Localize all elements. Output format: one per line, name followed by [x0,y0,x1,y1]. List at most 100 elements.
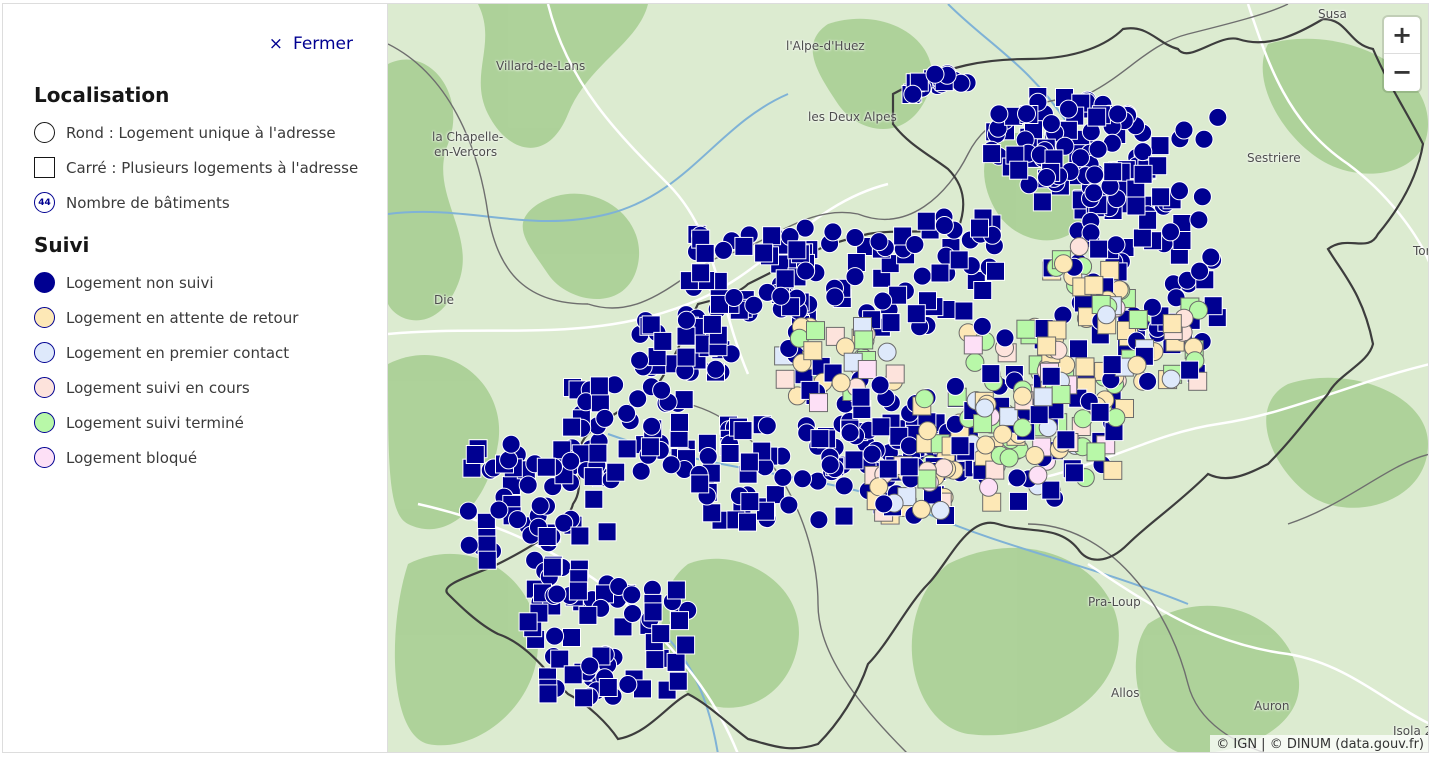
multi-housing-marker[interactable] [641,315,661,335]
single-housing-marker[interactable] [934,458,954,478]
single-housing-marker[interactable] [809,510,829,530]
multi-housing-marker[interactable] [1151,187,1171,207]
multi-housing-marker[interactable] [574,688,594,708]
multi-housing-marker[interactable] [617,439,637,459]
single-housing-marker[interactable] [773,467,793,487]
single-housing-marker[interactable] [631,461,651,481]
multi-housing-marker[interactable] [720,444,740,463]
single-housing-marker[interactable] [820,455,840,475]
multi-housing-marker[interactable] [963,335,983,355]
single-housing-marker[interactable] [877,342,897,362]
close-button[interactable]: × Fermer [269,34,353,54]
multi-housing-marker[interactable] [1128,310,1148,329]
single-housing-marker[interactable] [1127,355,1147,375]
multi-housing-marker[interactable] [1132,228,1152,248]
multi-housing-marker[interactable] [854,330,874,350]
single-housing-marker[interactable] [489,500,509,520]
single-housing-marker[interactable] [642,416,662,436]
multi-housing-marker[interactable] [834,506,854,526]
single-housing-marker[interactable] [1096,305,1116,325]
multi-housing-marker[interactable] [1180,360,1200,380]
multi-housing-marker[interactable] [583,467,603,487]
single-housing-marker[interactable] [874,494,894,514]
single-housing-marker[interactable] [862,444,882,464]
single-housing-marker[interactable] [1059,99,1078,119]
multi-housing-marker[interactable] [916,211,936,231]
multi-housing-marker[interactable] [668,671,688,691]
single-housing-marker[interactable] [796,261,816,281]
multi-housing-marker[interactable] [542,557,562,577]
multi-housing-marker[interactable] [1150,136,1170,156]
single-housing-marker[interactable] [458,501,478,521]
single-housing-marker[interactable] [993,424,1013,444]
single-housing-marker[interactable] [1054,254,1073,274]
single-housing-marker[interactable] [925,64,945,84]
multi-housing-marker[interactable] [702,314,722,334]
single-housing-marker[interactable] [459,535,479,555]
multi-housing-marker[interactable] [733,421,753,441]
single-housing-marker[interactable] [1138,371,1158,391]
multi-housing-marker[interactable] [536,457,556,477]
single-housing-marker[interactable] [873,291,893,311]
map[interactable]: Villard-de-Lans l'Alpe-d'Huez les Deux A… [388,4,1428,752]
single-housing-marker[interactable] [915,389,934,409]
single-housing-marker[interactable] [1190,261,1210,281]
single-housing-marker[interactable] [744,295,764,315]
single-housing-marker[interactable] [1025,446,1045,465]
multi-housing-marker[interactable] [844,450,864,470]
multi-housing-marker[interactable] [465,445,485,464]
multi-housing-marker[interactable] [589,376,609,396]
multi-housing-marker[interactable] [787,240,807,260]
single-housing-marker[interactable] [1106,235,1126,255]
multi-housing-marker[interactable] [584,489,604,509]
single-housing-marker[interactable] [918,421,938,441]
multi-housing-marker[interactable] [578,605,598,625]
multi-housing-marker[interactable] [670,412,689,432]
single-housing-marker[interactable] [1108,104,1128,124]
multi-housing-marker[interactable] [810,429,830,449]
multi-housing-marker[interactable] [1103,162,1123,182]
single-housing-marker[interactable] [1192,187,1212,207]
multi-housing-marker[interactable] [885,364,905,384]
multi-housing-marker[interactable] [1009,160,1029,180]
single-housing-marker[interactable] [518,475,538,495]
single-housing-marker[interactable] [547,584,567,604]
single-housing-marker[interactable] [975,398,995,418]
single-housing-marker[interactable] [1189,210,1209,230]
multi-housing-marker[interactable] [643,602,663,622]
multi-housing-marker[interactable] [930,263,950,283]
multi-housing-marker[interactable] [762,226,782,246]
zoom-out-button[interactable]: − [1384,53,1420,90]
single-housing-marker[interactable] [831,373,851,393]
multi-housing-marker[interactable] [674,390,694,410]
multi-housing-marker[interactable] [691,263,711,283]
single-housing-marker[interactable] [623,604,642,623]
single-housing-marker[interactable] [1088,139,1108,159]
multi-housing-marker[interactable] [1041,480,1061,500]
multi-housing-marker[interactable] [857,360,877,379]
multi-housing-marker[interactable] [981,364,1001,384]
multi-housing-marker[interactable] [669,428,689,448]
multi-housing-marker[interactable] [598,678,618,697]
multi-housing-marker[interactable] [588,443,608,463]
multi-housing-marker[interactable] [775,269,795,289]
single-housing-marker[interactable] [545,626,565,646]
multi-housing-marker[interactable] [1032,192,1052,212]
multi-housing-marker[interactable] [1069,339,1088,359]
single-housing-marker[interactable] [652,380,672,400]
multi-housing-marker[interactable] [676,635,696,655]
multi-housing-marker[interactable] [690,474,710,494]
single-housing-marker[interactable] [724,288,744,307]
single-housing-marker[interactable] [834,476,854,496]
single-housing-marker[interactable] [595,408,615,428]
multi-housing-marker[interactable] [1084,275,1104,295]
multi-housing-marker[interactable] [878,459,898,479]
multi-housing-marker[interactable] [803,341,823,361]
multi-housing-marker[interactable] [809,393,828,413]
multi-housing-marker[interactable] [537,527,557,546]
single-housing-marker[interactable] [617,403,637,423]
multi-housing-marker[interactable] [738,512,757,532]
single-housing-marker[interactable] [870,375,890,395]
multi-housing-marker[interactable] [651,624,671,644]
single-housing-marker[interactable] [1041,114,1061,134]
